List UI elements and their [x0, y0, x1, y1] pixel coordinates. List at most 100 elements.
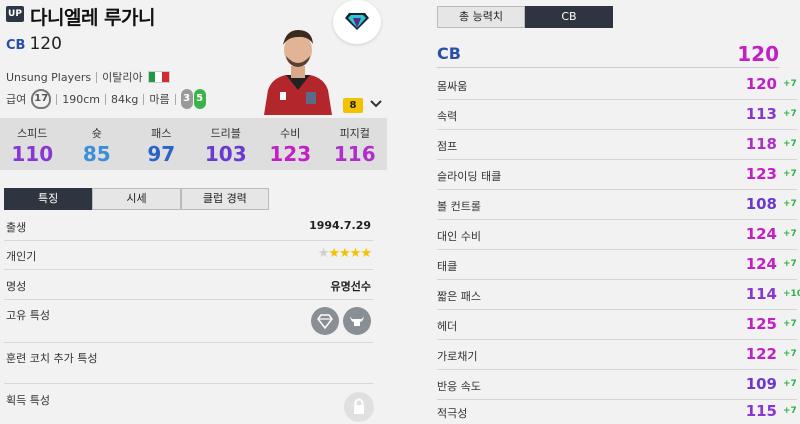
detail-stat-label: 볼 컨트롤 [437, 200, 481, 213]
acquired-traits-label: 획득 특성 [6, 394, 50, 407]
detail-stat-bonus: +7 [783, 406, 797, 416]
detail-stat-row: 대인 수비 124 +7 [437, 220, 797, 250]
detail-stat-bonus: +7 [783, 319, 797, 329]
divider [56, 93, 58, 105]
detail-stat-row: 헤더 125 +7 [437, 310, 797, 340]
right-foot-badge: 5 [193, 89, 206, 109]
tab-features[interactable]: 특징 [4, 188, 93, 210]
nation-name: 이탈리아 [102, 71, 143, 84]
salary-shield-icon: 17 [31, 89, 52, 109]
detail-stat-row: 반응 속도 109 +7 [437, 370, 797, 400]
position-label: CB [6, 38, 26, 53]
detail-stat-label: 가로채기 [437, 350, 478, 363]
tab-cb[interactable]: CB [525, 6, 613, 28]
detail-stat-row: 몸싸움 120 +7 [437, 70, 797, 100]
detail-stat-bonus: +10 [783, 289, 800, 299]
detail-stat-value: 123 [745, 165, 777, 183]
unique-traits-label: 고유 특성 [6, 309, 50, 322]
club-nation-line: Unsung Players 이탈리아 [6, 69, 170, 85]
stat-label: 피지컬 [339, 127, 370, 140]
stat-label: 드리블 [210, 127, 241, 140]
club-name: Unsung Players [6, 70, 92, 84]
detail-stat-bonus: +7 [783, 139, 797, 149]
player-portrait [258, 20, 338, 115]
stat-value: 116 [333, 142, 376, 166]
detail-stat-value: 124 [745, 225, 777, 243]
trait-icons [311, 307, 371, 335]
detail-stat-row: 짧은 패스 114 +10 [437, 280, 800, 310]
attr-row-fame: 명성 유명선수 [4, 278, 373, 300]
attr-row-birth: 출생 1994.7.29 [4, 219, 373, 241]
lock-icon[interactable] [344, 392, 374, 422]
attr-row-skill-moves: 개인기 ★★★★★ [4, 246, 373, 270]
detail-stat-value: 124 [745, 255, 777, 273]
detail-stat-value: 120 [745, 75, 777, 93]
season-diamond-icon [333, 0, 381, 44]
divider [174, 93, 176, 105]
detail-stat-row: 태클 124 +7 [437, 250, 797, 280]
tab-price[interactable]: 시세 [92, 188, 181, 210]
stat-value: 103 [204, 142, 247, 166]
summary-stat: 패스 97 [129, 118, 194, 170]
detail-stat-label: 태클 [437, 260, 458, 273]
overall-rating: 120 [29, 34, 62, 54]
star-empty-icon: ★ [317, 246, 330, 261]
divider [105, 93, 107, 105]
detail-stat-value: 113 [745, 105, 777, 123]
detail-stat-label: 반응 속도 [437, 380, 481, 393]
detail-stat-label: 점프 [437, 140, 458, 153]
enhance-level-badge: 8 [343, 98, 363, 113]
detail-stat-bonus: +7 [783, 79, 797, 89]
summary-stat: 스피드 110 [0, 118, 65, 170]
attr-row-coach-traits: 훈련 코치 추가 특성 [4, 350, 373, 384]
detail-stat-label: 짧은 패스 [437, 290, 481, 303]
stat-value: 123 [269, 142, 312, 166]
detail-stat-value: 118 [745, 135, 777, 153]
detail-stat-row: 적극성 115 +7 [437, 397, 797, 424]
detail-stat-value: 114 [745, 285, 777, 303]
player-name: 다니엘레 루가니 [30, 7, 155, 29]
cb-header-label: CB [437, 44, 461, 63]
detail-stat-value: 125 [745, 315, 777, 333]
summary-stat: 드리블 103 [194, 118, 259, 170]
star-filled-icon: ★★★★ [328, 246, 372, 261]
diamond-trait-icon[interactable] [311, 307, 339, 335]
attr-row-unique-traits: 고유 특성 [4, 307, 373, 343]
height: 190cm [62, 92, 101, 106]
detail-stat-row: 가로채기 122 +7 [437, 340, 797, 370]
italy-flag-icon [147, 71, 170, 83]
detail-stat-bonus: +7 [783, 199, 797, 209]
detail-stat-label: 슬라이딩 태클 [437, 170, 502, 183]
detail-stat-label: 대인 수비 [437, 230, 481, 243]
detail-stat-value: 122 [745, 345, 777, 363]
cb-header-value: 120 [737, 42, 779, 66]
tab-total-stats[interactable]: 총 능력치 [437, 6, 525, 28]
player-info-line: 급여 17 190cm 84kg 마름 35 [6, 89, 206, 109]
detail-stat-bonus: +7 [783, 169, 797, 179]
detail-stat-label: 속력 [437, 110, 458, 123]
body-type: 마름 [149, 93, 170, 106]
detail-stat-bonus: +7 [783, 109, 797, 119]
skill-star-rating: ★★★★★ [317, 246, 372, 261]
detail-stat-row: 속력 113 +7 [437, 100, 797, 130]
detail-stat-label: 적극성 [437, 407, 468, 420]
detail-stat-bonus: +7 [783, 349, 797, 359]
chevron-down-icon[interactable] [369, 96, 383, 110]
birth-value: 1994.7.29 [309, 219, 371, 232]
bull-trait-icon[interactable] [343, 307, 371, 335]
stat-label: 패스 [151, 127, 172, 140]
tab-club-history[interactable]: 클럽 경력 [180, 188, 269, 210]
detail-stat-value: 115 [745, 402, 777, 420]
detail-stat-row: 점프 118 +7 [437, 130, 797, 160]
detail-stat-label: 몸싸움 [437, 80, 468, 93]
skill-moves-label: 개인기 [6, 250, 37, 263]
upgrade-badge: UP [6, 6, 24, 22]
summary-stat: 슛 85 [65, 118, 130, 170]
left-tab-bar: 특징 시세 클럽 경력 [4, 188, 269, 210]
detail-stat-bonus: +7 [783, 259, 797, 269]
stat-label: 스피드 [17, 127, 48, 140]
right-tab-bar: 총 능력치 CB [437, 6, 613, 28]
cb-header: CB 120 [437, 40, 779, 68]
stat-value: 85 [82, 142, 111, 166]
stat-label: 수비 [280, 127, 301, 140]
